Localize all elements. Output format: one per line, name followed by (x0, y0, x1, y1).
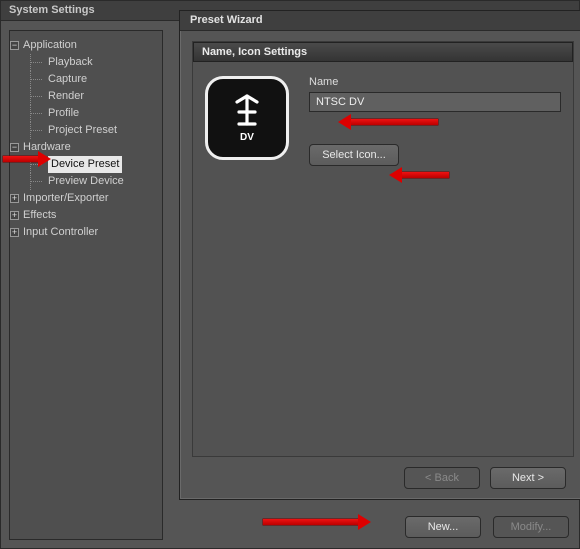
expand-icon[interactable]: + (10, 228, 19, 237)
tree-item-profile[interactable]: Profile (28, 105, 158, 122)
preset-wizard-dialog: Preset Wizard Name, Icon Settings (179, 10, 580, 500)
svg-text:DV: DV (240, 132, 254, 143)
tree-node-effects[interactable]: +Effects (14, 207, 158, 224)
name-label: Name (309, 76, 561, 88)
expand-icon[interactable]: + (10, 211, 19, 220)
right-pane: New... Modify... Preset Wizard Name, Ico… (169, 30, 579, 540)
content-area: − Application Playback Capture Render Pr… (1, 22, 579, 548)
settings-tree: − Application Playback Capture Render Pr… (9, 30, 163, 540)
section-header: Name, Icon Settings (193, 42, 573, 62)
tree-label: Input Controller (23, 224, 98, 241)
expand-icon[interactable]: + (10, 194, 19, 203)
tree-node-input-controller[interactable]: +Input Controller (14, 224, 158, 241)
tree-item-project-preset[interactable]: Project Preset (28, 122, 158, 139)
tree-label: Application (23, 37, 77, 54)
preset-name-input[interactable] (309, 92, 561, 112)
tree-item-playback[interactable]: Playback (28, 54, 158, 71)
tree-node-importer-exporter[interactable]: +Importer/Exporter (14, 190, 158, 207)
tree-item-capture[interactable]: Capture (28, 71, 158, 88)
tree-label: Importer/Exporter (23, 190, 109, 207)
new-button[interactable]: New... (405, 516, 481, 538)
select-icon-button[interactable]: Select Icon... (309, 144, 399, 166)
tree-node-hardware[interactable]: − Hardware (14, 139, 158, 156)
wizard-body: Name, Icon Settings DV (192, 41, 574, 457)
tree-item-device-preset[interactable]: Device Preset (28, 156, 158, 173)
tree-item-render[interactable]: Render (28, 88, 158, 105)
back-button: < Back (404, 467, 480, 489)
dialog-title: Preset Wizard (180, 11, 580, 31)
tree-item-preview-device[interactable]: Preview Device (28, 173, 158, 190)
system-settings-window: System Settings − Application Playback C… (0, 0, 580, 549)
tree-label: Hardware (23, 139, 71, 156)
next-button[interactable]: Next > (490, 467, 566, 489)
dv-camera-icon: DV (225, 92, 269, 144)
tree-label: Effects (23, 207, 56, 224)
tree-node-application[interactable]: − Application (14, 37, 158, 54)
collapse-icon[interactable]: − (10, 41, 19, 50)
collapse-icon[interactable]: − (10, 143, 19, 152)
preset-icon-preview: DV (205, 76, 289, 160)
modify-button: Modify... (493, 516, 569, 538)
